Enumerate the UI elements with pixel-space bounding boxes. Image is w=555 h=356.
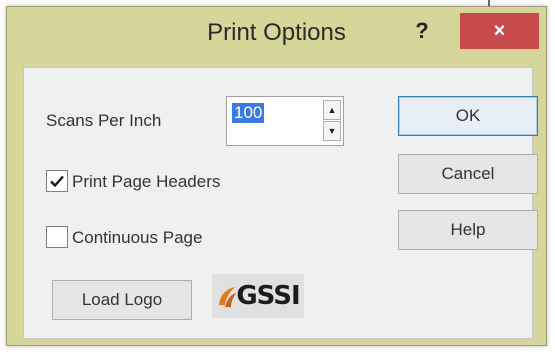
ok-button[interactable]: OK xyxy=(398,96,538,136)
continuous-page-label[interactable]: Continuous Page xyxy=(72,228,202,248)
title-bar[interactable]: Print Options ? × xyxy=(7,7,546,62)
dialog-body: Scans Per Inch 100 ▲ ▼ Print Page Header… xyxy=(23,67,538,339)
continuous-page-checkbox[interactable] xyxy=(46,226,68,248)
cancel-button[interactable]: Cancel xyxy=(398,154,538,194)
close-button[interactable]: × xyxy=(460,13,539,49)
print-options-dialog: Print Options ? × Scans Per Inch 100 ▲ ▼… xyxy=(6,6,547,346)
print-page-headers-checkbox[interactable] xyxy=(46,170,68,192)
help-icon[interactable]: ? xyxy=(402,13,442,49)
print-page-headers-label[interactable]: Print Page Headers xyxy=(72,172,220,192)
logo-mark-icon xyxy=(219,287,237,307)
checkmark-icon xyxy=(50,175,64,188)
scans-per-inch-input[interactable]: 100 xyxy=(232,103,265,123)
load-logo-button[interactable]: Load Logo xyxy=(52,280,192,320)
arrow-down-icon: ▼ xyxy=(327,126,337,136)
close-icon: × xyxy=(493,19,506,42)
logo-text: GSSI xyxy=(236,281,300,311)
help-button[interactable]: Help xyxy=(398,210,538,250)
gssi-logo: GSSI xyxy=(212,274,304,318)
scans-per-inch-label: Scans Per Inch xyxy=(46,111,162,130)
spin-down-button[interactable]: ▼ xyxy=(323,121,341,141)
spin-up-button[interactable]: ▲ xyxy=(323,100,341,120)
scans-per-inch-spinbox[interactable]: 100 ▲ ▼ xyxy=(226,96,344,146)
arrow-up-icon: ▲ xyxy=(327,105,337,115)
